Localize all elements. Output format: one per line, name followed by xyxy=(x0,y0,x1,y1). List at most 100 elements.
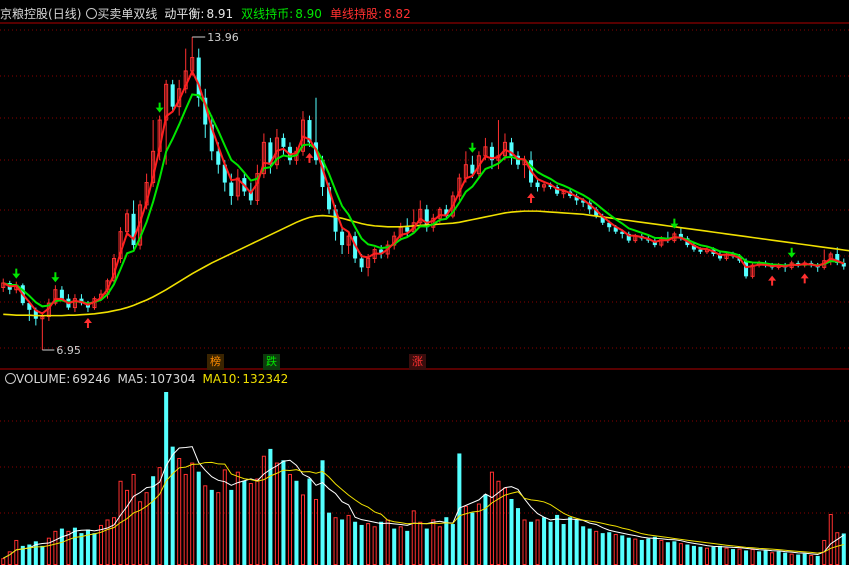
volume-bar xyxy=(548,521,553,565)
candle-body xyxy=(340,231,345,246)
volume-bar xyxy=(268,448,273,565)
volume-bar xyxy=(437,526,442,565)
volume-bar xyxy=(802,553,807,565)
volume-bar xyxy=(320,460,325,565)
volume-bar xyxy=(809,554,814,565)
volume-bar xyxy=(144,492,149,565)
volume-bar xyxy=(411,510,416,565)
volume-bar xyxy=(750,549,755,565)
volume-bar xyxy=(711,546,716,565)
volume-bar xyxy=(307,478,312,565)
volume-bar xyxy=(828,514,833,565)
volume-bar xyxy=(242,480,247,565)
volume-bar xyxy=(255,478,260,565)
volume-bar xyxy=(665,542,670,565)
volume-bar xyxy=(463,505,468,565)
volume-bar xyxy=(744,550,749,565)
volume-bar xyxy=(229,489,234,565)
volume-bar xyxy=(470,512,475,565)
candle-body xyxy=(698,249,703,252)
sell-arrow xyxy=(51,272,60,283)
volume-bar xyxy=(789,553,794,565)
volume-bar xyxy=(235,471,240,565)
volume-bar xyxy=(216,492,221,565)
volume-bar xyxy=(691,545,696,565)
volume-bar xyxy=(574,519,579,565)
volume-bar xyxy=(183,473,188,565)
volume-bar xyxy=(724,547,729,565)
volume-bar xyxy=(717,545,723,565)
volume-bar xyxy=(131,473,136,565)
volume-bar xyxy=(105,519,110,565)
volume-bar xyxy=(731,549,736,565)
event-badge-2[interactable]: 涨 xyxy=(409,354,426,370)
volume-bar xyxy=(770,552,775,565)
volume-bar xyxy=(515,508,521,565)
volume-bar xyxy=(372,526,377,565)
volume-bar xyxy=(626,537,631,565)
volume-bar xyxy=(783,552,788,565)
volume-bar xyxy=(300,494,306,565)
volume-bar xyxy=(652,536,657,565)
volume-bar xyxy=(620,535,625,565)
volume-bar xyxy=(757,551,762,565)
volume-bar xyxy=(294,480,299,565)
volume-bar xyxy=(203,485,208,565)
volume-bar xyxy=(581,526,586,565)
volume-bar xyxy=(287,473,292,565)
buy-arrow xyxy=(83,318,92,329)
volume-bar xyxy=(633,538,638,565)
candlestick-chart[interactable]: 13.96 6.95 xyxy=(0,0,849,565)
volume-bar xyxy=(40,545,45,565)
volume-bar xyxy=(431,519,436,565)
volume-bar xyxy=(248,483,253,565)
volume-bar xyxy=(333,517,338,565)
volume-bar xyxy=(476,503,481,565)
volume-bar xyxy=(587,528,592,565)
candle-body xyxy=(744,260,749,277)
volume-bar xyxy=(815,555,820,565)
volume-bar xyxy=(14,539,19,565)
buy-arrow xyxy=(800,273,809,284)
volume-bar xyxy=(502,487,507,565)
volume-bar xyxy=(340,519,345,565)
volume-bar xyxy=(607,532,612,565)
volume-bar xyxy=(489,471,494,565)
volume-bar xyxy=(59,528,64,565)
volume-bar xyxy=(72,527,77,565)
event-badge-1[interactable]: 跌 xyxy=(263,354,280,370)
volume-bar xyxy=(92,533,97,565)
high-price-label: 13.96 xyxy=(207,31,239,44)
event-badge-0[interactable]: 榜 xyxy=(207,354,224,370)
buy-arrow xyxy=(527,193,536,204)
buy-arrow xyxy=(768,275,777,286)
volume-bar xyxy=(685,544,690,565)
volume-bar xyxy=(561,524,566,565)
volume-bar xyxy=(659,539,664,565)
volume-bar xyxy=(555,514,560,565)
volume-bar xyxy=(450,524,455,565)
volume-bar xyxy=(222,469,227,565)
sell-arrow xyxy=(155,102,164,113)
buy-arrow xyxy=(305,152,314,163)
candle-body xyxy=(535,182,540,188)
volume-bar xyxy=(424,528,429,565)
volume-bar xyxy=(79,533,84,565)
volume-bar xyxy=(196,471,201,565)
single-line xyxy=(2,69,845,315)
volume-bar xyxy=(796,554,801,565)
low-price-label: 6.95 xyxy=(56,344,81,357)
volume-bar xyxy=(529,521,534,565)
volume-ma5-line xyxy=(3,446,845,559)
volume-bar xyxy=(281,460,286,565)
volume-bar xyxy=(327,512,332,565)
volume-bar xyxy=(209,489,214,565)
volume-bar xyxy=(678,543,683,565)
volume-bar xyxy=(353,521,358,565)
volume-bar xyxy=(444,517,449,565)
volume-bar xyxy=(151,476,156,565)
volume-bar xyxy=(542,517,547,565)
volume-bar xyxy=(522,519,527,565)
volume-bar xyxy=(600,533,605,565)
sell-arrow xyxy=(468,142,477,153)
